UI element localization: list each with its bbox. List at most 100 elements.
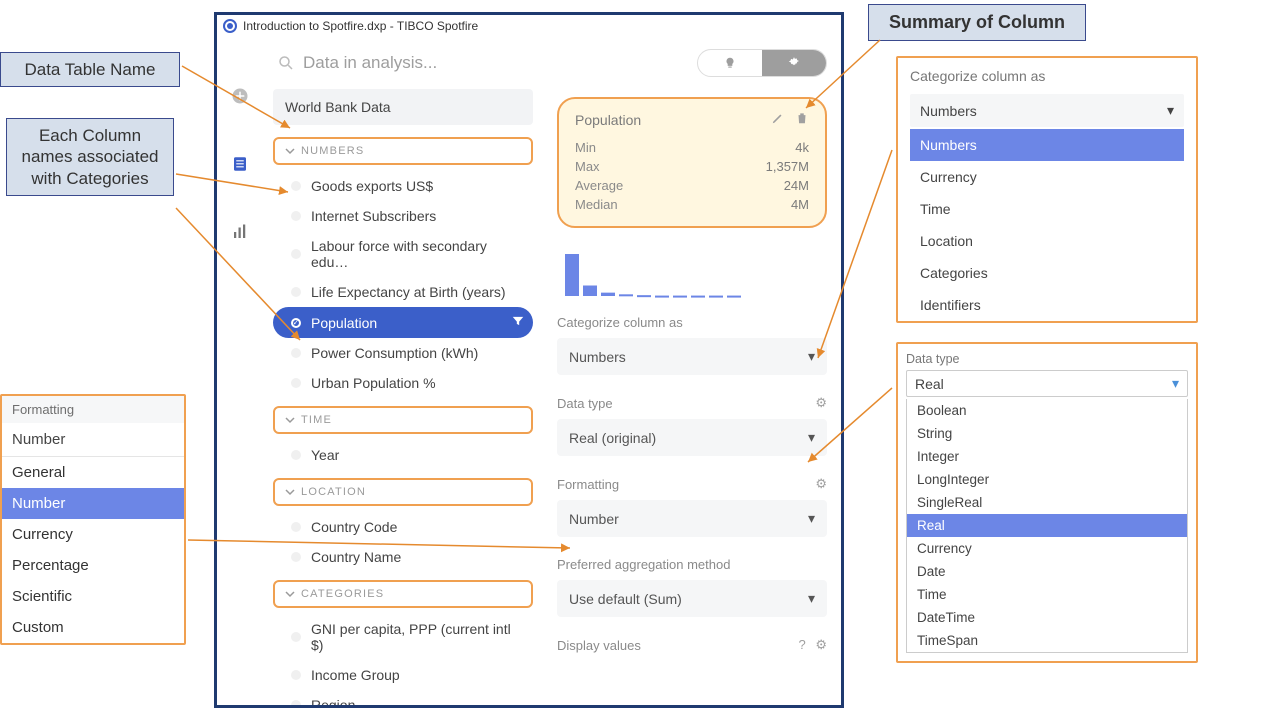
column-item[interactable]: Labour force with secondary edu… bbox=[273, 231, 533, 277]
data-panel-icon[interactable] bbox=[231, 155, 249, 173]
left-rail bbox=[217, 37, 263, 705]
option-item[interactable]: Location bbox=[910, 225, 1184, 257]
popout-select[interactable]: Number bbox=[2, 423, 184, 456]
column-item[interactable]: Goods exports US$ bbox=[273, 171, 533, 201]
window-titlebar: Introduction to Spotfire.dxp - TIBCO Spo… bbox=[217, 15, 841, 37]
visualizations-icon[interactable] bbox=[231, 223, 249, 241]
chevron-down-icon bbox=[285, 589, 295, 599]
panel-mode-toggle[interactable] bbox=[697, 49, 827, 77]
option-item[interactable]: DateTime bbox=[907, 606, 1187, 629]
category-label: LOCATION bbox=[301, 486, 366, 498]
option-item[interactable]: Custom bbox=[2, 612, 184, 643]
option-item[interactable]: General bbox=[2, 457, 184, 488]
chevron-down-icon: ▾ bbox=[808, 510, 815, 527]
column-label: Power Consumption (kWh) bbox=[311, 345, 478, 361]
column-label: GNI per capita, PPP (current intl $) bbox=[311, 621, 525, 653]
column-item[interactable]: Power Consumption (kWh) bbox=[273, 338, 533, 368]
option-item[interactable]: LongInteger bbox=[907, 468, 1187, 491]
column-item[interactable]: Region bbox=[273, 690, 533, 705]
insight-toggle[interactable] bbox=[698, 50, 762, 76]
details-panel: Population Min4k Max1,357M Average24M Me… bbox=[543, 37, 841, 705]
stat-value: 1,357M bbox=[766, 159, 809, 174]
select-value: Real (original) bbox=[569, 430, 656, 446]
window-title: Introduction to Spotfire.dxp - TIBCO Spo… bbox=[243, 19, 478, 33]
option-item[interactable]: Number bbox=[2, 488, 184, 519]
categorize-popout: Categorize column as Numbers ▾ NumbersCu… bbox=[896, 56, 1198, 323]
stat-value: 24M bbox=[784, 178, 809, 193]
popout-title: Formatting bbox=[2, 396, 184, 423]
popout-select[interactable]: Numbers ▾ bbox=[910, 94, 1184, 127]
column-item[interactable]: Life Expectancy at Birth (years) bbox=[273, 277, 533, 307]
column-label: Goods exports US$ bbox=[311, 178, 433, 194]
category-header-categories[interactable]: CATEGORIES bbox=[273, 580, 533, 608]
option-item[interactable]: Currency bbox=[907, 537, 1187, 560]
category-header-time[interactable]: TIME bbox=[273, 406, 533, 434]
formatting-popout: Formatting Number GeneralNumberCurrencyP… bbox=[0, 394, 186, 645]
column-label: Population bbox=[311, 315, 377, 331]
option-item[interactable]: Time bbox=[910, 193, 1184, 225]
gear-icon[interactable]: ⚙ bbox=[815, 637, 827, 652]
column-item-selected[interactable]: Population bbox=[273, 307, 533, 338]
option-item[interactable]: Time bbox=[907, 583, 1187, 606]
option-item[interactable]: String bbox=[907, 422, 1187, 445]
option-item[interactable]: Categories bbox=[910, 257, 1184, 289]
column-label: Labour force with secondary edu… bbox=[311, 238, 525, 270]
option-item[interactable]: Currency bbox=[2, 519, 184, 550]
option-item[interactable]: TimeSpan bbox=[907, 629, 1187, 652]
filter-icon[interactable] bbox=[511, 314, 525, 331]
column-item[interactable]: Income Group bbox=[273, 660, 533, 690]
delete-icon[interactable] bbox=[795, 111, 809, 128]
option-item[interactable]: Boolean bbox=[907, 399, 1187, 422]
column-label: Internet Subscribers bbox=[311, 208, 436, 224]
aggregation-select[interactable]: Use default (Sum) ▾ bbox=[557, 580, 827, 617]
option-item[interactable]: Currency bbox=[910, 161, 1184, 193]
column-panel: Data in analysis... World Bank Data NUMB… bbox=[263, 37, 543, 705]
option-item[interactable]: Identifiers bbox=[910, 289, 1184, 321]
option-item[interactable]: Scientific bbox=[2, 581, 184, 612]
app-logo-icon bbox=[223, 19, 237, 33]
formatting-select[interactable]: Number ▾ bbox=[557, 500, 827, 537]
data-table-name[interactable]: World Bank Data bbox=[273, 89, 533, 125]
chevron-down-icon bbox=[285, 146, 295, 156]
column-item[interactable]: Urban Population % bbox=[273, 368, 533, 398]
option-item[interactable]: Integer bbox=[907, 445, 1187, 468]
select-value: Numbers bbox=[569, 349, 626, 365]
chevron-down-icon: ▾ bbox=[808, 348, 815, 365]
add-icon[interactable] bbox=[231, 87, 249, 105]
column-item[interactable]: Internet Subscribers bbox=[273, 201, 533, 231]
callout-summary-of-column: Summary of Column bbox=[868, 4, 1086, 41]
column-item[interactable]: Country Code bbox=[273, 512, 533, 542]
categorize-label: Categorize column as bbox=[557, 315, 827, 330]
category-header-numbers[interactable]: NUMBERS bbox=[273, 137, 533, 165]
gear-icon[interactable]: ⚙ bbox=[815, 476, 827, 492]
column-item[interactable]: Year bbox=[273, 440, 533, 470]
column-item[interactable]: Country Name bbox=[273, 542, 533, 572]
column-label: Urban Population % bbox=[311, 375, 436, 391]
edit-icon[interactable] bbox=[771, 111, 785, 128]
help-icon[interactable]: ? bbox=[798, 637, 805, 652]
category-header-location[interactable]: LOCATION bbox=[273, 478, 533, 506]
option-item[interactable]: SingleReal bbox=[907, 491, 1187, 514]
search-input[interactable]: Data in analysis... bbox=[273, 47, 533, 83]
datatype-select[interactable]: Real (original) ▾ bbox=[557, 419, 827, 456]
option-item[interactable]: Date bbox=[907, 560, 1187, 583]
category-label: TIME bbox=[301, 414, 332, 426]
display-values-label: Display values ? ⚙ bbox=[557, 637, 827, 653]
gear-icon[interactable]: ⚙ bbox=[815, 395, 827, 411]
stat-label: Average bbox=[575, 178, 623, 193]
aggregation-label: Preferred aggregation method bbox=[557, 557, 827, 572]
stat-value: 4k bbox=[795, 140, 809, 155]
chevron-down-icon: ▾ bbox=[1167, 102, 1174, 119]
stat-label: Median bbox=[575, 197, 618, 212]
option-item[interactable]: Real bbox=[907, 514, 1187, 537]
popout-select[interactable]: Real ▾ bbox=[906, 370, 1188, 397]
stat-label: Min bbox=[575, 140, 596, 155]
settings-toggle[interactable] bbox=[762, 50, 826, 76]
option-item[interactable]: Percentage bbox=[2, 550, 184, 581]
option-item[interactable]: Numbers bbox=[910, 129, 1184, 161]
column-item[interactable]: GNI per capita, PPP (current intl $) bbox=[273, 614, 533, 660]
select-value: Number bbox=[569, 511, 619, 527]
callout-data-table-name: Data Table Name bbox=[0, 52, 180, 87]
categorize-select[interactable]: Numbers ▾ bbox=[557, 338, 827, 375]
popout-options: BooleanStringIntegerLongIntegerSingleRea… bbox=[906, 399, 1188, 653]
